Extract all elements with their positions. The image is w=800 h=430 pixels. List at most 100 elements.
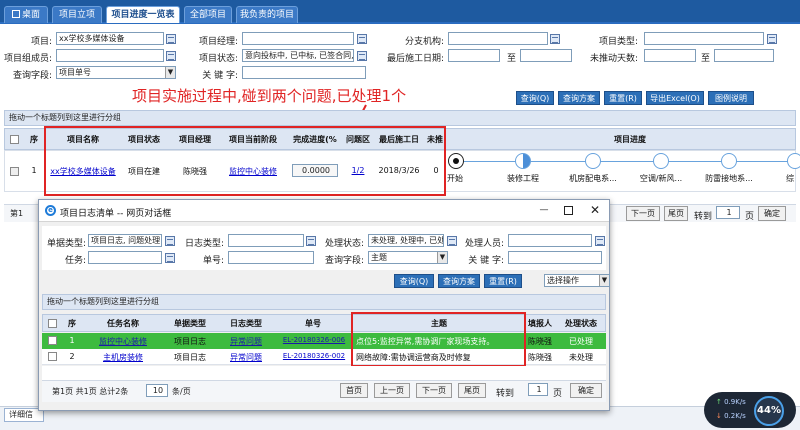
dialog-select-all-checkbox[interactable] bbox=[48, 319, 57, 328]
task-label: 任务: bbox=[64, 256, 86, 266]
doc-no-link[interactable]: EL-20180326-006 bbox=[278, 336, 350, 344]
stage-node-integrated[interactable] bbox=[787, 153, 800, 169]
dropdown-arrow-icon[interactable]: ▼ bbox=[437, 252, 447, 263]
stage-node-decoration[interactable] bbox=[515, 153, 531, 169]
query-scheme-button[interactable]: 查询方案 bbox=[558, 91, 600, 105]
query-field-select[interactable]: 项目单号 bbox=[56, 66, 176, 79]
tab-my-projects[interactable]: 我负责的项目 bbox=[236, 6, 298, 23]
goto-input[interactable]: 1 bbox=[528, 383, 548, 396]
picker-icon[interactable] bbox=[165, 253, 175, 263]
picker-icon[interactable] bbox=[767, 34, 777, 44]
last-page-button[interactable]: 尾页 bbox=[458, 383, 486, 398]
goto-label: 转到 bbox=[495, 389, 514, 399]
first-page-button[interactable]: 首页 bbox=[340, 383, 368, 398]
dialog-group-bar[interactable]: 拖动一个标题列到这里进行分组 bbox=[42, 294, 606, 310]
legend-button[interactable]: 图例说明 bbox=[708, 91, 754, 105]
stage-node-grounding[interactable] bbox=[721, 153, 737, 169]
handle-status-input[interactable]: 未处理, 处理中, 已处理 bbox=[368, 234, 444, 247]
top-tab-bar: 桌面 项目立项 项目进度一览表 全部项目 我负责的项目 bbox=[0, 0, 800, 24]
diary-type-label: 日志类型: bbox=[184, 239, 224, 249]
col-log-type[interactable]: 日志类型 bbox=[220, 318, 272, 329]
log-type-link[interactable]: 异常问题 bbox=[220, 336, 272, 347]
tab-progress-overview[interactable]: 项目进度一览表 bbox=[106, 6, 180, 23]
maximize-icon[interactable] bbox=[564, 206, 573, 215]
stage-node-start[interactable] bbox=[448, 153, 464, 169]
last-date-from[interactable] bbox=[448, 49, 500, 62]
next-page-button[interactable]: 下一页 bbox=[416, 383, 452, 398]
col-doc-no[interactable]: 单号 bbox=[276, 318, 350, 329]
dialog-reset-button[interactable]: 重置(R) bbox=[484, 274, 522, 288]
minimize-icon[interactable]: — bbox=[538, 204, 550, 216]
doc-type-input[interactable]: 项目日志, 问题处理 bbox=[88, 234, 162, 247]
row-checkbox[interactable] bbox=[48, 336, 57, 345]
goto-input[interactable]: 1 bbox=[716, 206, 740, 219]
tab-project-setup[interactable]: 项目立项 bbox=[52, 6, 102, 23]
query-button[interactable]: 查询(Q) bbox=[516, 91, 554, 105]
row-checkbox[interactable] bbox=[10, 167, 19, 176]
handle-status-label: 处理状态: bbox=[324, 239, 364, 249]
tab-all-projects[interactable]: 全部项目 bbox=[184, 6, 232, 23]
col-doc-type[interactable]: 单据类型 bbox=[164, 318, 216, 329]
stage-node-power[interactable] bbox=[585, 153, 601, 169]
prev-page-button[interactable]: 上一页 bbox=[374, 383, 410, 398]
row-checkbox[interactable] bbox=[48, 352, 57, 361]
page-unit: 页 bbox=[744, 212, 754, 222]
doc-no-link[interactable]: EL-20180326-002 bbox=[278, 352, 350, 360]
col-schedule: 项目进度 bbox=[614, 135, 646, 144]
row-doc-type: 项目日志 bbox=[174, 337, 206, 346]
next-page-button[interactable]: 下一页 bbox=[626, 206, 660, 221]
task-input[interactable] bbox=[88, 251, 162, 264]
members-input[interactable] bbox=[56, 49, 164, 62]
col-task[interactable]: 任务名称 bbox=[86, 318, 160, 329]
dropdown-arrow-icon[interactable]: ▼ bbox=[599, 275, 609, 286]
branch-input[interactable] bbox=[448, 32, 548, 45]
keyword-input[interactable] bbox=[242, 66, 366, 79]
picker-icon[interactable] bbox=[165, 236, 175, 246]
days-from[interactable] bbox=[644, 49, 696, 62]
col-reporter[interactable]: 填报人 bbox=[524, 318, 556, 329]
confirm-button[interactable]: 确定 bbox=[570, 383, 602, 398]
picker-icon[interactable] bbox=[357, 51, 367, 61]
row-status: 未处理 bbox=[569, 353, 593, 362]
picker-icon[interactable] bbox=[595, 236, 605, 246]
reset-button[interactable]: 重置(R) bbox=[604, 91, 642, 105]
picker-icon[interactable] bbox=[447, 236, 457, 246]
close-icon[interactable]: ✕ bbox=[588, 203, 602, 217]
col-status[interactable]: 处理状态 bbox=[558, 318, 604, 329]
dialog-keyword-input[interactable] bbox=[508, 251, 602, 264]
group-by-bar[interactable]: 拖动一个标题列到这里进行分组 bbox=[4, 110, 796, 126]
tab-desktop[interactable]: 桌面 bbox=[4, 6, 48, 23]
project-input[interactable]: xx学校多媒体设备 bbox=[56, 32, 164, 45]
dialog-scheme-button[interactable]: 查询方案 bbox=[438, 274, 480, 288]
dialog-query-field-select[interactable]: 主题 bbox=[368, 251, 448, 264]
days-label: 未推动天数: bbox=[590, 54, 639, 64]
log-type-link[interactable]: 异常问题 bbox=[220, 352, 272, 363]
last-page-button[interactable]: 尾页 bbox=[664, 206, 688, 221]
confirm-button[interactable]: 确定 bbox=[758, 206, 786, 221]
handler-input[interactable] bbox=[508, 234, 592, 247]
branch-label: 分支机构: bbox=[404, 37, 444, 47]
manager-input[interactable] bbox=[242, 32, 354, 45]
picker-icon[interactable] bbox=[166, 51, 176, 61]
picker-icon[interactable] bbox=[166, 34, 176, 44]
picker-icon[interactable] bbox=[357, 34, 367, 44]
last-date-to[interactable] bbox=[520, 49, 572, 62]
picker-icon[interactable] bbox=[306, 236, 316, 246]
handler-label: 处理人员: bbox=[464, 239, 504, 249]
task-link[interactable]: 主机房装修 bbox=[86, 352, 160, 363]
task-link[interactable]: 监控中心装修 bbox=[86, 336, 160, 347]
type-input[interactable] bbox=[644, 32, 764, 45]
export-excel-button[interactable]: 导出Excel(O) bbox=[646, 91, 704, 105]
diary-type-input[interactable] bbox=[228, 234, 304, 247]
dropdown-arrow-icon[interactable]: ▼ bbox=[165, 67, 175, 78]
down-arrow-icon: ↓ bbox=[716, 412, 725, 420]
select-all-checkbox[interactable] bbox=[10, 135, 19, 144]
per-page-input[interactable]: 10 bbox=[146, 384, 168, 397]
picker-icon[interactable] bbox=[550, 34, 560, 44]
days-to[interactable] bbox=[714, 49, 774, 62]
keyword-label: 关 键 字: bbox=[202, 71, 238, 81]
dialog-query-button[interactable]: 查询(Q) bbox=[394, 274, 434, 288]
doc-no-input[interactable] bbox=[228, 251, 314, 264]
status-input[interactable]: 意向投标中, 已中标, 已签合同, 项 bbox=[242, 49, 354, 62]
stage-node-hvac[interactable] bbox=[653, 153, 669, 169]
